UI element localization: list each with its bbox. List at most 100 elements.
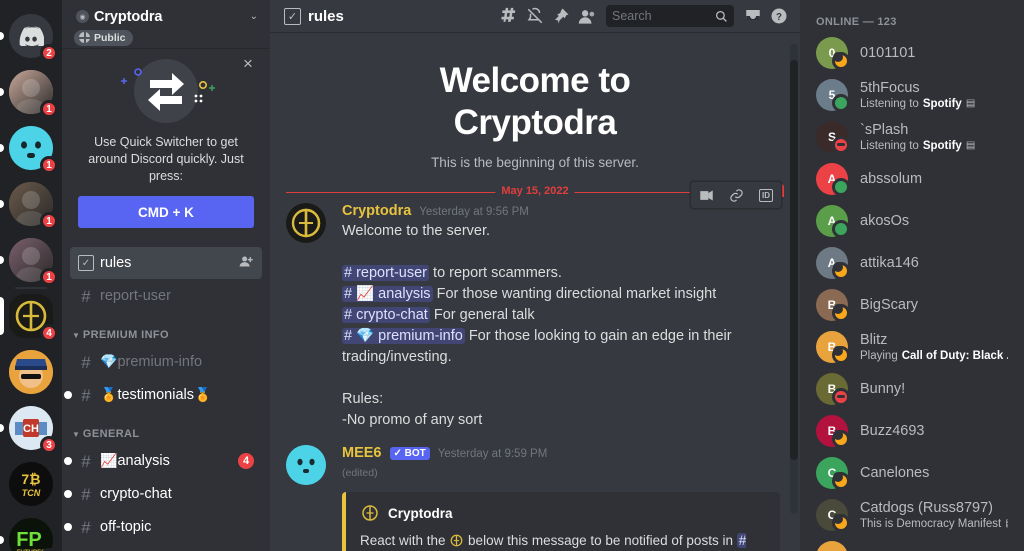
server-icon-server-2[interactable]: 1 xyxy=(0,64,62,120)
server-icon-discord-home[interactable]: 2 xyxy=(0,8,62,64)
channel-label: off-topic xyxy=(100,519,152,535)
server-icon-police-server[interactable] xyxy=(0,344,62,400)
message-line: # report-user to report scammers. xyxy=(342,263,784,284)
member-activity-app: Spotify xyxy=(922,97,962,110)
public-badge: Public xyxy=(74,29,133,46)
search-input[interactable]: Search xyxy=(606,5,734,27)
chevron-down-icon: ▼ xyxy=(72,330,80,340)
member-item-blitz[interactable]: B BlitzPlaying Call of Duty: Black ...▤ xyxy=(808,326,1016,368)
channel-mention-analysis[interactable]: # 📈 analysis xyxy=(342,286,433,302)
channel-item-testimonials[interactable]: # 🏅testimonials🏅 xyxy=(64,379,262,411)
chat-scrollbar[interactable] xyxy=(790,44,798,514)
message-list: Welcome to Cryptodra This is the beginni… xyxy=(270,32,800,551)
member-item-member[interactable]: ● xyxy=(808,536,1016,551)
server-rail[interactable]: 2 1 1 1 1 4 CH3 7₿TCN FPFUTURES4 xyxy=(0,0,62,551)
cryptodra-emoji-icon xyxy=(449,533,464,548)
member-item--splash[interactable]: S `sPlash Listening to Spotify ▤ xyxy=(808,116,1016,158)
server-avatar[interactable]: FPFUTURES xyxy=(9,518,53,551)
member-item-akosos[interactable]: AakosOs xyxy=(808,200,1016,242)
channel-category-premium-info[interactable]: ▼ PREMIUM INFO xyxy=(62,313,270,345)
message-author[interactable]: Cryptodra xyxy=(342,203,411,219)
channel-item-crypto-chat[interactable]: # crypto-chat xyxy=(64,478,262,510)
avatar[interactable] xyxy=(286,445,326,485)
welcome-title-line1: Welcome to xyxy=(439,61,631,100)
channel-label: report-user xyxy=(100,288,171,304)
status-badge-idle xyxy=(832,430,850,448)
member-list-icon[interactable] xyxy=(574,3,600,29)
channel-label: 💎premium-info xyxy=(100,354,203,370)
message-line-text: to report scammers. xyxy=(429,265,562,281)
member-item-buzz4693[interactable]: B Buzz4693 xyxy=(808,410,1016,452)
copy-link-icon[interactable] xyxy=(721,182,751,208)
guild-header[interactable]: ◉ Cryptodra ⌄ Public xyxy=(62,0,270,48)
mark-unread-icon[interactable] xyxy=(691,182,721,208)
channel-label: rules xyxy=(100,255,132,271)
server-icon-ch-server[interactable]: CH 3 xyxy=(0,400,62,456)
pinned-messages-icon[interactable] xyxy=(548,3,574,29)
status-badge-idle xyxy=(832,346,850,364)
chat-scrollbar-thumb[interactable] xyxy=(790,60,798,460)
welcome-title-line2: Cryptodra xyxy=(453,103,617,142)
avatar: A xyxy=(816,205,850,238)
server-icon-server-4[interactable]: 1 xyxy=(0,176,62,232)
server-unread-badge: 3 xyxy=(40,436,58,454)
channel-mention-premium-info[interactable]: # 💎 premium-info xyxy=(342,328,465,344)
svg-text:?: ? xyxy=(776,12,782,23)
add-member-icon[interactable] xyxy=(239,254,254,272)
member-name: Buzz4693 xyxy=(860,422,925,439)
member-name: 0101101 xyxy=(860,44,916,61)
status-badge-online xyxy=(832,220,850,238)
channel-mention-crypto-chat[interactable]: # crypto-chat xyxy=(342,307,430,323)
channel-mention-report-user[interactable]: # report-user xyxy=(342,265,430,281)
server-icon-server-3[interactable]: 1 xyxy=(0,120,62,176)
channel-label: 📈analysis xyxy=(100,453,170,469)
channel-item-analysis[interactable]: # 📈analysis 4 xyxy=(64,445,262,477)
server-icon-fp-futures[interactable]: FPFUTURES4 xyxy=(0,512,62,551)
channel-category-general[interactable]: ▼ GENERAL xyxy=(62,412,270,444)
member-list: 0 0101101 5 5thFocus Listening to Spotify ▤ S `… xyxy=(800,32,1024,551)
channel-label: crypto-chat xyxy=(100,486,172,502)
welcome-block: Welcome to Cryptodra This is the beginni… xyxy=(270,32,800,170)
server-icon-tcn-server[interactable]: 7₿ TCN xyxy=(0,456,62,512)
message-row: ID Cryptodra Yesterday at 9:56 PM Welcom… xyxy=(270,181,800,431)
server-selection-pill xyxy=(0,536,4,544)
member-item-0101101[interactable]: 0 0101101 xyxy=(808,32,1016,74)
unread-indicator xyxy=(64,457,72,465)
server-icon-cryptodra[interactable]: 4 xyxy=(0,287,62,344)
svg-text:TCN: TCN xyxy=(22,488,41,498)
message-hover-toolbar[interactable]: ID xyxy=(690,181,782,209)
channel-item-report-user[interactable]: # report-user xyxy=(70,280,262,312)
member-item-5thfocus[interactable]: 5 5thFocus Listening to Spotify ▤ xyxy=(808,74,1016,116)
notification-off-icon[interactable] xyxy=(522,3,548,29)
member-item-bigscary[interactable]: B BigScary xyxy=(808,284,1016,326)
member-item-catdogs-russ8797-[interactable]: C Catdogs (Russ8797) This is Democracy Man… xyxy=(808,494,1016,536)
threads-icon[interactable] xyxy=(496,3,522,29)
message-author[interactable]: MEE6 xyxy=(342,445,382,461)
quick-switcher-text: Use Quick Switcher to get around Discord… xyxy=(88,135,244,183)
discord-app: 211114CH37₿TCNFPFUTURES4 ◉ Cryptodra ⌄ P… xyxy=(0,0,1024,551)
channel-item-rules[interactable]: ✓ rules xyxy=(70,247,262,279)
copy-id-icon[interactable]: ID xyxy=(751,182,781,208)
member-item-bunny-[interactable]: B Bunny! xyxy=(808,368,1016,410)
member-name: BigScary xyxy=(860,296,919,313)
chevron-down-icon[interactable]: ⌄ xyxy=(250,11,258,22)
hash-icon: # xyxy=(81,517,91,537)
swap-arrows-icon xyxy=(121,59,215,123)
message-line-text: For those wanting directional market ins… xyxy=(432,286,717,302)
help-icon[interactable]: ? xyxy=(766,3,792,29)
channel-item-premium-info[interactable]: # 💎premium-info xyxy=(70,346,262,378)
channel-item-crypto-memes[interactable]: #crypto-memes xyxy=(70,544,262,551)
member-item-abssolum[interactable]: Aabssolum xyxy=(808,158,1016,200)
avatar: 0 xyxy=(816,37,850,70)
server-avatar[interactable] xyxy=(9,350,53,394)
quick-switcher-button[interactable]: CMD + K xyxy=(78,196,254,228)
avatar[interactable] xyxy=(286,203,326,243)
server-avatar[interactable]: 7₿ TCN xyxy=(9,462,53,506)
inbox-icon[interactable] xyxy=(740,3,766,29)
member-item-canelones[interactable]: C Canelones xyxy=(808,452,1016,494)
channel-item-off-topic[interactable]: # off-topic xyxy=(64,511,262,543)
rules-channel-icon: ✓ xyxy=(284,7,301,25)
server-icon-server-5[interactable]: 1 xyxy=(0,232,62,288)
verified-icon: ◉ xyxy=(76,10,89,23)
member-item-attika146[interactable]: Aattika146 xyxy=(808,242,1016,284)
